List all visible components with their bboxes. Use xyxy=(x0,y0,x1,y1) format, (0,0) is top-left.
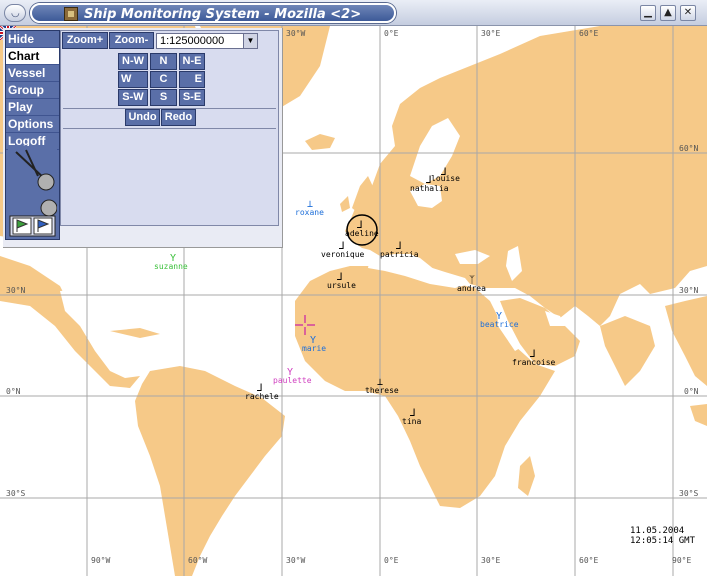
ship-adeline[interactable]: ⅃ adeline xyxy=(345,221,379,239)
zoom-scale-select[interactable]: 1:125000000 ▼ xyxy=(156,33,258,49)
ship-suzanne[interactable]: Ysuzanne xyxy=(154,254,188,272)
window-titlebar: ◡ Ship Monitoring System - Mozilla <2> ▁… xyxy=(0,0,707,26)
ship-nathalia[interactable]: ⅃ nathalia xyxy=(410,176,449,194)
grid-label-left-3: 30°S xyxy=(6,489,26,498)
minimize-button[interactable]: ▁ xyxy=(640,5,656,21)
ship-marker-icon: ⅃ xyxy=(257,383,263,394)
ship-patricia[interactable]: ⅃ patricia xyxy=(380,242,419,260)
ship-marker-icon: Y xyxy=(496,311,503,322)
chart-control-panel: Zoom+ Zoom- 1:125000000 ▼ N-W N N-E W C … xyxy=(60,30,279,226)
sidebar-item-group[interactable]: Group xyxy=(6,82,59,99)
maximize-icon: ▲ xyxy=(664,7,672,18)
grid-label-bottom-2: 60°W xyxy=(188,556,208,565)
ship-beatrice[interactable]: Ybeatrice xyxy=(480,312,519,330)
grid-label-bottom-4: 0°E xyxy=(384,556,399,565)
land-central-america xyxy=(0,256,140,388)
grid-label-right-4: 30°S xyxy=(679,489,699,498)
ship-marker-icon: ⅃ xyxy=(339,241,345,252)
minimize-icon: ▁ xyxy=(644,7,652,18)
chevron-down-icon: ▼ xyxy=(243,34,257,48)
map-date: 11.05.2004 xyxy=(630,526,685,536)
pan-s-button[interactable]: S xyxy=(150,89,177,106)
pan-se-button[interactable]: S-E xyxy=(179,89,205,106)
ship-therese[interactable]: ⊥ therese xyxy=(365,378,399,396)
sidebar-item-hide[interactable]: Hide xyxy=(6,31,59,48)
map-datetime: 11.05.2004 12:05:14 GMT xyxy=(630,526,695,546)
ship-tina[interactable]: ⅃ tina xyxy=(402,409,421,427)
ship-marker-icon: Y xyxy=(310,335,317,346)
zoom-out-button[interactable]: Zoom- xyxy=(109,32,154,49)
map-time: 12:05:14 GMT xyxy=(630,536,696,546)
title-pill: Ship Monitoring System - Mozilla <2> xyxy=(30,3,396,23)
grid-label-bottom-1: 90°W xyxy=(91,556,111,565)
undo-button[interactable]: Undo xyxy=(125,109,160,126)
ship-marker-icon: ⅃ xyxy=(396,241,402,252)
window-title: Ship Monitoring System - Mozilla <2> xyxy=(84,7,362,22)
pan-e-button[interactable]: E xyxy=(179,71,205,88)
ship-marker-icon: ⅃ xyxy=(410,408,416,419)
pan-center-button[interactable]: C xyxy=(150,71,177,88)
grid-label-right-2: 30°N xyxy=(679,286,699,295)
grid-label-bottom-7: 90°E xyxy=(672,556,692,565)
land-cuba xyxy=(110,328,160,338)
land-madagascar xyxy=(518,456,535,496)
ship-ursule[interactable]: ⅃ ursule xyxy=(327,273,356,291)
grid-label-right-3: 0°N xyxy=(684,387,699,396)
ship-francoise[interactable]: ⅃ francoise xyxy=(512,350,555,368)
window-menu-icon: ◡ xyxy=(11,8,20,19)
compass-tools-icon[interactable] xyxy=(8,146,57,238)
ship-paulette[interactable]: Ypaulette xyxy=(273,368,312,386)
pan-n-button[interactable]: N xyxy=(150,53,177,70)
ship-marker-icon: Y xyxy=(287,367,294,378)
sidebar-item-options[interactable]: Options xyxy=(6,116,59,133)
sidebar-item-chart[interactable]: Chart xyxy=(6,48,59,65)
close-button[interactable]: ✕ xyxy=(680,5,696,21)
ship-marker-icon: ⅃ xyxy=(357,220,363,231)
panel-divider xyxy=(63,128,276,129)
ship-marker-icon: ⊥ xyxy=(377,377,384,388)
pan-sw-button[interactable]: S-W xyxy=(118,89,148,106)
ship-louise[interactable]: ⅃ louise xyxy=(431,168,460,184)
pan-w-button[interactable]: W xyxy=(118,71,148,88)
sidebar-menu: Hide Chart Vessel Group Play Options Log… xyxy=(5,30,60,240)
ship-marker-icon: ᛉ xyxy=(469,275,475,286)
land-indonesia xyxy=(690,404,707,426)
ship-marker-icon: Y xyxy=(170,253,177,264)
zoom-scale-value: 1:125000000 xyxy=(160,35,225,47)
window-menu-button[interactable]: ◡ xyxy=(4,4,26,22)
grid-label-bottom-3: 30°W xyxy=(286,556,306,565)
close-icon: ✕ xyxy=(683,7,693,18)
grid-label-top-2: 0°E xyxy=(384,29,399,38)
sidebar-item-play[interactable]: Play xyxy=(6,99,59,116)
land-india xyxy=(600,316,655,386)
redo-button[interactable]: Redo xyxy=(161,109,196,126)
ship-rachele[interactable]: ⅃ rachele xyxy=(245,384,279,402)
grid-label-left-2: 0°N xyxy=(6,387,21,396)
grid-label-bottom-5: 30°E xyxy=(481,556,501,565)
pan-nw-button[interactable]: N-W xyxy=(118,53,148,70)
grid-label-left-1: 30°N xyxy=(6,286,26,295)
ship-marker-icon: ⅃ xyxy=(426,175,432,186)
ship-marker-icon: ⅃ xyxy=(337,272,343,283)
ship-andrea[interactable]: ᛉ andrea xyxy=(457,276,486,294)
land-ireland xyxy=(340,196,350,212)
ship-marker-icon: ⅃ xyxy=(530,349,536,360)
app-icon xyxy=(64,7,78,21)
ship-marie[interactable]: Ymarie xyxy=(302,336,326,354)
ship-marker-icon: ⊥ xyxy=(307,199,314,210)
zoom-in-button[interactable]: Zoom+ xyxy=(62,32,108,49)
land-se-asia xyxy=(665,296,707,386)
ship-roxane[interactable]: ⊥ roxane xyxy=(295,200,324,218)
land-iceland xyxy=(305,134,335,150)
sidebar-item-vessel[interactable]: Vessel xyxy=(6,65,59,82)
ship-veronique[interactable]: ⅃ veronique xyxy=(321,242,364,260)
grid-label-top-4: 60°E xyxy=(579,29,599,38)
ship-marker-icon: ⅃ xyxy=(441,167,447,178)
maximize-button[interactable]: ▲ xyxy=(660,5,676,21)
grid-label-right-1: 60°N xyxy=(679,144,699,153)
grid-label-top-3: 30°E xyxy=(481,29,501,38)
pan-ne-button[interactable]: N-E xyxy=(179,53,205,70)
grid-label-bottom-6: 60°E xyxy=(579,556,599,565)
grid-label-top-1: 30°W xyxy=(286,29,306,38)
